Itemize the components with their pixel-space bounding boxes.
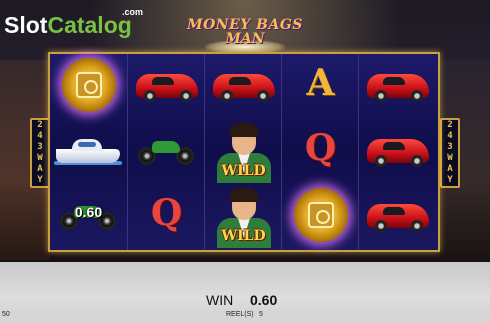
symbol-red-car (205, 54, 282, 119)
queen-letter: Q (150, 192, 183, 234)
reels-count: 5 (259, 311, 263, 318)
game-title-line1: MONEY BAGS (187, 17, 303, 33)
symbol-red-car (128, 54, 205, 119)
symbol-queen: Q (282, 119, 359, 184)
ace-letter: A (306, 62, 335, 104)
symbol-wild: WILD (205, 184, 282, 249)
reel-5 (358, 54, 438, 250)
reel-2: Q (127, 54, 204, 250)
watermark-brand: SlotCatalog (4, 12, 132, 38)
gold-coin-icon (294, 188, 348, 242)
wild-label: WILD (221, 163, 266, 179)
reel-3: WILD WILD (204, 54, 281, 250)
reels-frame: 0.60 Q WILD WILD A Q (48, 52, 440, 252)
status-bar: 50 REEL(S) 5 (0, 311, 490, 323)
game-logo: MONEY BAGS MAN (172, 18, 318, 54)
gold-coin-icon (62, 58, 116, 112)
win-amount: 0.60 (250, 292, 278, 308)
red-car-icon (367, 204, 429, 232)
bet-fragment: 50 (2, 311, 10, 318)
motorbike-icon (138, 135, 194, 165)
symbol-yacht (50, 119, 127, 184)
symbol-motorbike: 0.60 (50, 184, 127, 249)
red-car-icon (213, 74, 275, 102)
symbol-queen: Q (128, 184, 205, 249)
red-car-icon (136, 74, 198, 102)
watermark-domain: .com (122, 7, 144, 17)
ways-badge-left: 2 4 3 W A Y (30, 118, 50, 188)
reel-4: A Q (281, 54, 358, 250)
wild-label: WILD (221, 228, 266, 244)
symbol-red-car (359, 54, 436, 119)
ways-badge-right: 2 4 3 W A Y (440, 118, 460, 188)
symbol-wild: WILD (205, 119, 282, 184)
game-title-line2: MAN (225, 31, 265, 47)
win-label: WIN (206, 292, 234, 308)
symbol-gold-coin (50, 54, 127, 119)
symbol-win-value: 0.60 (74, 204, 103, 220)
reel-1: 0.60 (50, 54, 127, 250)
yacht-icon (54, 137, 122, 165)
red-car-icon (367, 139, 429, 167)
symbol-red-car (359, 119, 436, 184)
queen-letter: Q (304, 127, 337, 169)
symbol-red-car (359, 184, 436, 249)
symbol-ace: A (282, 54, 359, 119)
symbol-gold-coin (282, 184, 359, 249)
symbol-motorbike (128, 119, 205, 184)
red-car-icon (367, 74, 429, 102)
reels-label: REEL(S) (226, 311, 254, 318)
